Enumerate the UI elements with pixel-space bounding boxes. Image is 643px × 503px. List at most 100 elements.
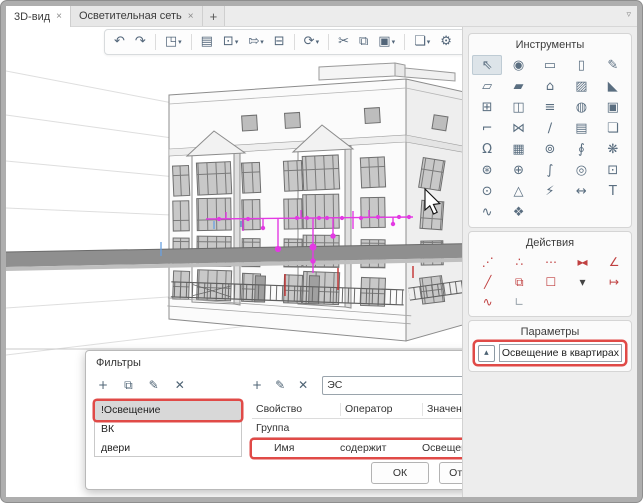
tool-railing-icon[interactable]: ≡ (535, 97, 565, 117)
cut-icon[interactable]: ✂ (335, 32, 352, 52)
tool-select-icon[interactable]: ⇖ (472, 55, 502, 75)
open-project-icon[interactable]: ▤ (198, 32, 216, 52)
action-corner-offset-icon[interactable]: ∟ (504, 293, 534, 311)
filter-name-field[interactable]: Освещение в квартирах (499, 344, 622, 362)
params-panel-title: Параметры (472, 326, 628, 338)
edit-condition-icon[interactable]: ✎ (275, 378, 285, 392)
condition-row[interactable]: Имя содержит Освещение в квартирах (252, 440, 462, 457)
export-icon[interactable]: ⇰▾ (245, 32, 266, 52)
add-filter-icon[interactable]: + (98, 378, 108, 393)
system-combobox[interactable]: ЭС ▾ (322, 376, 462, 395)
tool-spline-icon[interactable]: ∿ (472, 202, 502, 222)
tool-pump-icon[interactable]: ❋ (598, 139, 628, 159)
tool-sanitary-icon[interactable]: Ω (472, 139, 502, 159)
delete-filter-icon[interactable]: ✕ (175, 378, 185, 393)
edit-filter-icon[interactable]: ✎ (149, 378, 159, 393)
tool-plate-icon[interactable]: ❏ (598, 118, 628, 138)
ok-button[interactable]: ОК (371, 462, 429, 484)
actions-panel: Действия ⋰∴⋯▸◂∠╱⧉☐▾↦∿∟ (468, 231, 632, 317)
conditions-table: Свойство Оператор Значение Группа Имя со… (252, 400, 462, 457)
action-array-icon[interactable]: ⋯ (535, 253, 565, 271)
tool-object-style-icon[interactable]: ◉ (503, 55, 533, 75)
tab-overflow-chevron-icon[interactable]: ▿ (626, 9, 631, 20)
tool-diffuser-icon[interactable]: ◎ (566, 160, 596, 180)
sync-collaboration-icon: ⟳ (304, 32, 315, 52)
tool-duct-route-icon[interactable]: ∫ (535, 160, 565, 180)
close-tab-icon[interactable]: × (56, 11, 62, 22)
wrench-settings-icon[interactable]: ⚙ (437, 32, 455, 52)
tool-ceiling-icon[interactable]: ▰ (503, 76, 533, 96)
3d-viewport[interactable]: ↶↷◳▾▤⊡▾⇰▾⊟⟳▾✂⧉▣▾❏▾⚙? Фильтры × +⧉✎✕ +✎✕ … (6, 27, 462, 497)
tool-text-icon[interactable]: T (598, 181, 628, 201)
tool-door-icon[interactable]: ◫ (503, 97, 533, 117)
redo-icon[interactable]: ↷ (132, 32, 149, 52)
main-content: ↶↷◳▾▤⊡▾⇰▾⊟⟳▾✂⧉▣▾❏▾⚙? Фильтры × +⧉✎✕ +✎✕ … (6, 27, 637, 497)
action-rotate-by-angle-icon[interactable]: ∠ (598, 253, 628, 271)
filter-list-toolbar: + ⧉ ✎ ✕ (94, 378, 242, 393)
tool-window-icon[interactable]: ⊞ (472, 97, 502, 117)
tool-roof-icon[interactable]: ⌂ (535, 76, 565, 96)
tool-electric-panel-icon[interactable]: ⊡ (598, 160, 628, 180)
tool-fire-sensor-icon[interactable]: △ (503, 181, 533, 201)
tools-panel: Инструменты ⇖◉▭▯✎▱▰⌂▨◣⊞◫≡◍▣⌐⋈∕▤❏Ω▦⊚∮❋⊛⊕∫… (468, 33, 632, 228)
tool-assembly-icon[interactable]: ❖ (503, 202, 533, 222)
action-copy-object-icon[interactable]: ⧉ (504, 273, 534, 291)
action-transform-box-icon[interactable]: ☐ (535, 273, 565, 291)
tool-column-icon[interactable]: ▯ (566, 55, 596, 75)
model-view-icon[interactable]: ◳▾ (162, 32, 185, 52)
params-panel: Параметры ▴ Освещение в квартирах (468, 320, 632, 372)
tool-vent-unit-icon[interactable]: ⊛ (472, 160, 502, 180)
tool-draw-icon[interactable]: ✎ (598, 55, 628, 75)
tool-light-fixture-icon[interactable]: ⊙ (472, 181, 502, 201)
tool-pipe-fitting-icon[interactable]: ∮ (566, 139, 596, 159)
filter-list-item[interactable]: ВК (95, 420, 241, 439)
arrange-icon[interactable]: ❏▾ (411, 32, 433, 52)
dialog-title-bar[interactable]: Фильтры × (86, 351, 462, 373)
tool-duct-fitting-icon[interactable]: ⊕ (503, 160, 533, 180)
filter-list-item[interactable]: !Освещение (95, 401, 241, 420)
tool-pipe-elbow-icon[interactable]: ⌐ (472, 118, 502, 138)
help-icon[interactable]: ? (459, 32, 462, 52)
sync-collaboration-icon[interactable]: ⟳▾ (301, 32, 322, 52)
duplicate-filter-icon[interactable]: ⧉ (124, 378, 133, 393)
paste-icon[interactable]: ▣▾ (375, 32, 398, 52)
filter-list-item[interactable]: двери (95, 439, 241, 458)
tool-valve-icon[interactable]: ⋈ (503, 118, 533, 138)
action-mirror-icon[interactable]: ▸◂ (567, 253, 597, 271)
group-row[interactable]: Группа (252, 419, 462, 437)
action-move-point-icon[interactable]: ⋰ (472, 253, 502, 271)
tool-radiator-icon[interactable]: ▤ (566, 118, 596, 138)
print-icon[interactable]: ⊟ (271, 32, 288, 52)
tool-ramp-icon[interactable]: ▨ (566, 76, 596, 96)
close-tab-icon[interactable]: × (188, 11, 194, 22)
tool-wiring-icon[interactable]: ⚡ (535, 181, 565, 201)
action-rotate-icon[interactable]: ∴ (504, 253, 534, 271)
dialog-toolbar: + ⧉ ✎ ✕ + ✎ ✕ ЭС ▾ (86, 373, 462, 397)
action-split-curve-icon[interactable]: ∿ (472, 293, 502, 311)
tool-stairs-icon[interactable]: ◣ (598, 76, 628, 96)
delete-condition-icon[interactable]: ✕ (298, 378, 308, 392)
undo-icon[interactable]: ↶ (111, 32, 128, 52)
save-icon[interactable]: ⊡▾ (220, 32, 241, 52)
add-condition-icon[interactable]: + (252, 378, 262, 392)
dialog-body: !ОсвещениеВКдвери Свойство Оператор Знач… (86, 397, 462, 457)
tool-floor-icon[interactable]: ▱ (472, 76, 502, 96)
action-move-by-points-icon[interactable]: ╱ (472, 273, 502, 291)
tool-pipe-route-icon[interactable]: ⊚ (535, 139, 565, 159)
condition-operator: содержит (340, 442, 422, 454)
tool-axis-line-icon[interactable]: ∕ (535, 118, 565, 138)
new-tab-button[interactable]: + (203, 6, 226, 26)
tool-dimension-icon[interactable]: ↔ (566, 181, 596, 201)
tab-3d-view[interactable]: 3D-вид × (6, 6, 71, 27)
tool-image-icon[interactable]: ▣ (598, 97, 628, 117)
fit-selection-icon[interactable]: ▴ (478, 345, 495, 362)
action-measure-align-icon[interactable]: ↦ (598, 273, 628, 291)
open-project-icon: ▤ (201, 32, 213, 52)
copy-icon[interactable]: ⧉ (356, 32, 371, 52)
action-more-caret-icon[interactable]: ▾ (567, 273, 597, 291)
tool-wall-icon[interactable]: ▭ (535, 55, 565, 75)
tool-shell-icon[interactable]: ◍ (566, 97, 596, 117)
tool-equipment-icon[interactable]: ▦ (503, 139, 533, 159)
cancel-button[interactable]: Отмена (439, 462, 462, 484)
tab-lighting-network[interactable]: Осветительная сеть × (71, 6, 203, 26)
